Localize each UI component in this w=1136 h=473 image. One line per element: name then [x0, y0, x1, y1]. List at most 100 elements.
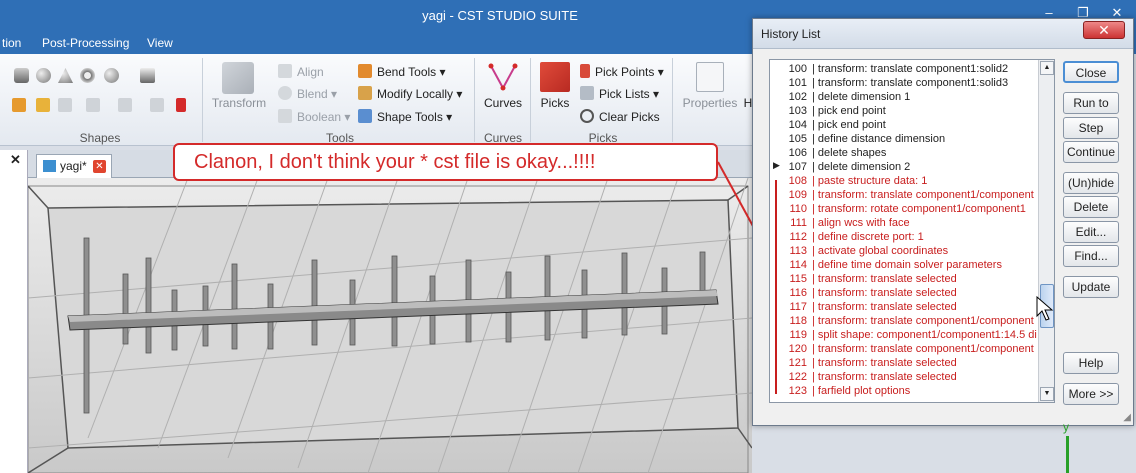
history-row-number: 108	[788, 175, 807, 187]
history-row-number: 122	[788, 371, 807, 383]
history-row-text: | delete dimension 1	[812, 91, 911, 103]
edit-button[interactable]: Edit...	[1063, 221, 1119, 243]
history-listbox[interactable]: ▶ 100 | transform: translate component1:s…	[769, 59, 1055, 403]
history-row-number: 107	[788, 161, 807, 173]
3d-viewport[interactable]	[28, 178, 752, 473]
history-row-number: 101	[788, 77, 807, 89]
pick-list-icon	[580, 86, 594, 100]
transform-button[interactable]: Transform	[210, 96, 268, 110]
shape-tools-icon	[358, 109, 372, 123]
shell-icon[interactable]	[58, 98, 72, 112]
history-row-number: 110	[789, 203, 807, 215]
update-button[interactable]: Update	[1063, 276, 1119, 298]
history-row-text: | transform: translate component1/compon…	[812, 315, 1034, 327]
history-row-text: | transform: translate selected	[812, 273, 957, 285]
picks-icon[interactable]	[540, 62, 570, 92]
shape-tools-button[interactable]: Shape Tools ▾	[358, 109, 452, 124]
history-row-number: 111	[790, 217, 807, 229]
unhide-button[interactable]: (Un)hide	[1063, 172, 1119, 194]
extrude-icon[interactable]	[140, 68, 155, 83]
history-row-number: 106	[788, 147, 807, 159]
history-row-number: 119	[789, 329, 807, 341]
dialog-title: History List	[761, 27, 821, 41]
history-row-number: 105	[788, 133, 807, 145]
boolean-icon	[278, 109, 292, 123]
close-button[interactable]: Close	[1063, 61, 1119, 83]
ribbon-separator	[202, 58, 203, 142]
history-row-text: | transform: translate component1:solid2	[812, 63, 1009, 75]
curves-icon[interactable]	[488, 62, 518, 92]
vertical-scrollbar[interactable]: ▲ ▼	[1038, 60, 1054, 402]
history-row-number: 120	[788, 343, 807, 355]
menu-view[interactable]: View	[147, 36, 173, 50]
run-to-button[interactable]: Run to	[1063, 92, 1119, 114]
history-row-number: 123	[788, 385, 807, 397]
transform-icon[interactable]	[222, 62, 254, 94]
rotate-icon[interactable]	[36, 98, 50, 112]
wire-icon[interactable]	[118, 98, 132, 112]
picks-button[interactable]: Picks	[534, 96, 576, 110]
mouse-cursor-icon	[1036, 296, 1054, 321]
menu-post-processing[interactable]: Post-Processing	[42, 36, 129, 50]
bend-tools-button[interactable]: Bend Tools ▾	[358, 64, 446, 79]
history-row-number: 114	[789, 259, 807, 271]
ribbon-separator	[530, 58, 531, 142]
curve-wire-icon[interactable]	[150, 98, 164, 112]
properties-button[interactable]: Properties	[680, 96, 740, 110]
port-icon[interactable]	[176, 98, 186, 112]
history-row-text: | pick end point	[812, 119, 886, 131]
close-panel-icon[interactable]: ✕	[10, 152, 21, 168]
resize-grip-icon[interactable]: ◢	[1123, 412, 1131, 423]
properties-icon[interactable]	[696, 62, 724, 92]
torus-icon[interactable]	[80, 68, 95, 83]
pick-lists-button[interactable]: Pick Lists ▾	[580, 86, 659, 101]
blend-button[interactable]: Blend ▾	[278, 86, 337, 101]
tab-yagi[interactable]: yagi* ✕	[36, 154, 112, 178]
history-row-text: | align wcs with face	[812, 217, 910, 229]
tab-close-icon[interactable]: ✕	[93, 160, 106, 173]
help-button[interactable]: Help	[1063, 352, 1119, 374]
find-button[interactable]: Find...	[1063, 245, 1119, 267]
history-row-text: | transform: translate component1/compon…	[812, 343, 1034, 355]
curves-button[interactable]: Curves	[480, 96, 526, 110]
history-row-text: | farfield plot options	[812, 385, 911, 397]
modify-icon	[358, 86, 372, 100]
delete-button[interactable]: Delete	[1063, 196, 1119, 218]
sphere-icon[interactable]	[36, 68, 51, 83]
boolean-button[interactable]: Boolean ▾	[278, 109, 350, 124]
history-row-number: 102	[788, 91, 807, 103]
viewport-scene	[28, 178, 752, 473]
brick-icon[interactable]	[14, 68, 29, 83]
dialog-title-bar: History List ✕	[753, 19, 1133, 49]
align-button[interactable]: Align	[278, 64, 324, 79]
ribbon: Shapes Transform Align Blend ▾ Boolean ▾…	[0, 54, 760, 146]
history-row-number: 116	[789, 287, 807, 299]
history-row-number: 104	[788, 119, 807, 131]
cone-icon[interactable]	[58, 68, 73, 83]
scroll-down-icon[interactable]: ▼	[1040, 387, 1054, 401]
history-row-text: | split shape: component1/component1:14.…	[812, 329, 1037, 341]
annotation-callout: Clanon, I don't think your * cst file is…	[173, 143, 718, 181]
history-row-text: | transform: rotate component1/component…	[812, 203, 1026, 215]
pick-point-icon	[580, 64, 590, 78]
modify-locally-button[interactable]: Modify Locally ▾	[358, 86, 462, 101]
dialog-close-icon[interactable]: ✕	[1083, 21, 1125, 39]
menu-simulation[interactable]: tion	[2, 36, 21, 50]
axis-y-arrow	[1066, 436, 1069, 473]
ribbon-separator	[672, 58, 673, 142]
scroll-up-icon[interactable]: ▲	[1040, 61, 1054, 75]
uncommitted-marker-line	[775, 180, 777, 394]
axis-y-label: y	[1063, 420, 1069, 434]
pick-points-button[interactable]: Pick Points ▾	[580, 64, 664, 79]
blend-icon	[278, 86, 292, 100]
more-button[interactable]: More >>	[1063, 383, 1119, 405]
clear-picks-icon	[580, 109, 594, 123]
continue-button[interactable]: Continue	[1063, 141, 1119, 163]
cylinder-icon[interactable]	[104, 68, 119, 83]
loft-icon[interactable]	[12, 98, 26, 112]
step-button[interactable]: Step	[1063, 117, 1119, 139]
history-row-text: | activate global coordinates	[812, 245, 949, 257]
trace-icon[interactable]	[86, 98, 100, 112]
clear-picks-button[interactable]: Clear Picks	[580, 109, 660, 124]
history-row-number: 121	[788, 357, 807, 369]
